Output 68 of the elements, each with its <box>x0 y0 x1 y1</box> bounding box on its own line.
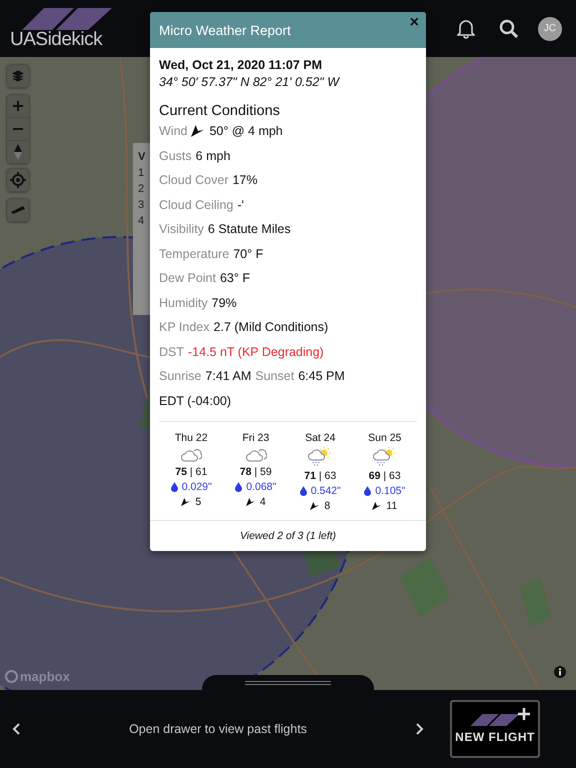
report-coordinates: 34° 50' 57.37" N 82° 21' 0.52" W <box>159 75 341 89</box>
raindrop-icon <box>300 486 307 496</box>
wind-arrow-icon <box>181 496 192 506</box>
forecast-wind-speed: 11 <box>386 500 398 512</box>
cloud-icon <box>180 446 202 462</box>
new-flight-button[interactable]: NEW FLIGHT <box>450 700 540 758</box>
crosshair-icon <box>10 172 26 188</box>
cloud-icon <box>244 446 267 462</box>
condition-row-text: KP Index 2.7 (Mild Conditions) <box>159 319 330 336</box>
forecast-precipitation: 0.029" <box>182 480 212 492</box>
condition-row-text: Visibility 6 Statute Miles <box>159 221 292 238</box>
wind-arrow-icon <box>310 500 320 510</box>
layers-icon <box>12 70 24 82</box>
wind-arrow-icon <box>246 496 256 506</box>
app-logo: UASidekick <box>10 30 104 50</box>
ruler-icon <box>10 205 26 215</box>
wind-arrow-icon <box>372 500 382 510</box>
forecast-temps: 75 | 61 <box>175 466 208 478</box>
condition-row-text: Gusts 6 mph <box>159 148 232 165</box>
timezone: EDT (-04:00) <box>159 394 232 408</box>
ring-icon <box>5 670 18 683</box>
search-icon[interactable] <box>499 19 518 38</box>
condition-row-text: Dew Point 63° F <box>159 270 251 288</box>
forecast-temps: 78 | 59 <box>240 466 272 478</box>
rain-sun-icon <box>308 446 332 466</box>
report-datetime: Wed, Oct 21, 2020 11:07 PM <box>159 58 324 72</box>
wind-label: Wind <box>159 124 188 138</box>
forecast-temps: 71 | 63 <box>304 470 336 482</box>
logo-stripes-icon <box>22 8 112 30</box>
locate-button[interactable] <box>7 169 29 192</box>
forecast-precipitation: 0.542" <box>310 484 341 496</box>
raindrop-icon <box>364 486 372 496</box>
plus-icon <box>12 100 24 112</box>
forecast-day: Thu 22 <box>174 432 208 444</box>
wind-value: 50° @ 4 mph <box>209 124 283 138</box>
drawer-handle[interactable] <box>202 675 374 690</box>
condition-row-text: Humidity 79% <box>159 294 238 312</box>
forecast-precipitation: 0.068" <box>246 480 276 492</box>
raindrop-icon <box>235 482 242 492</box>
forecast-day: Fri 23 <box>242 432 270 444</box>
rain-sun-icon <box>372 446 397 466</box>
notification-bell-icon[interactable] <box>457 18 475 38</box>
condition-row-text: Temperature 70° F <box>159 246 264 263</box>
condition-row-text: Sunrise 7:41 AM Sunset 6:45 PM <box>159 368 346 386</box>
panel-item: 2 <box>138 183 146 195</box>
raindrop-icon <box>170 482 178 492</box>
drawer-hint: Open drawer to view past flights <box>128 722 308 736</box>
close-button[interactable]: × <box>408 14 421 32</box>
forecast-wind-speed: 4 <box>260 496 266 508</box>
compass-needle-icon <box>14 144 22 160</box>
info-icon[interactable] <box>554 666 566 678</box>
forecast-day: Sun 25 <box>368 432 402 444</box>
panel-item: 1 <box>138 167 146 179</box>
section-heading: Current Conditions <box>159 103 281 119</box>
forecast-temps: 69 | 63 <box>368 470 401 482</box>
panel-item: 4 <box>138 215 146 227</box>
condition-row-text: Cloud Cover 17% <box>159 172 259 190</box>
forecast-precipitation: 0.105" <box>375 484 406 496</box>
view-count: Viewed 2 of 3 (1 left) <box>150 520 426 550</box>
map-attribution: mapbox <box>20 669 70 684</box>
condition-row-text: Cloud Ceiling -' <box>159 196 245 214</box>
condition-row-text: DST -14.5 nT (KP Degrading) <box>159 344 325 361</box>
forecast-wind-speed: 5 <box>195 496 202 508</box>
forecast-wind-speed: 8 <box>324 500 330 512</box>
wind-arrow-icon <box>191 124 206 138</box>
modal-title: Micro Weather Report <box>159 22 291 38</box>
plus-icon <box>518 708 530 720</box>
forecast-day: Sat 24 <box>305 432 336 444</box>
